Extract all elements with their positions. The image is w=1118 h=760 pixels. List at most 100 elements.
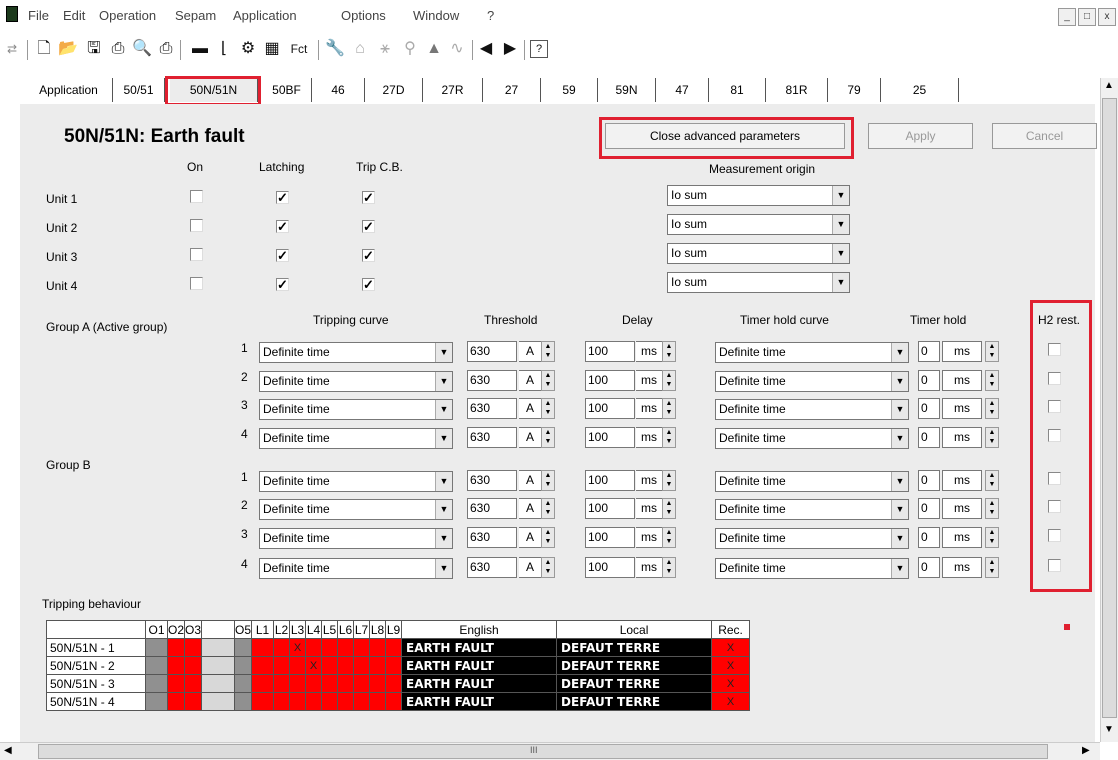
tab-27r[interactable]: 27R [423,78,483,102]
timer-hold-curve-select[interactable]: Definite time ▼ [715,399,909,420]
timer-hold-spinner[interactable]: ▲ ▼ [985,398,999,419]
output-cell[interactable] [305,674,323,693]
unit-1-trip-checkbox[interactable]: ✓ [362,191,375,204]
delay-spinner[interactable]: ▲ ▼ [662,470,676,491]
delay-spinner[interactable]: ▲ ▼ [662,557,676,578]
threshold-input[interactable]: 630 [467,557,517,578]
unit-1-latching-checkbox[interactable]: ✓ [276,191,289,204]
menu-application[interactable]: Application [233,8,297,23]
output-cell[interactable] [289,674,307,693]
english-message-cell[interactable]: EARTH FAULT [401,638,558,657]
delay-unit[interactable]: ms [636,370,662,391]
h2-restraint-checkbox[interactable] [1048,372,1061,385]
h2-restraint-checkbox[interactable] [1048,400,1061,413]
timer-hold-spinner[interactable]: ▲ ▼ [985,470,999,491]
timer-hold-input[interactable]: 0 [918,557,940,578]
record-cell[interactable]: X [711,692,751,711]
timer-hold-unit[interactable]: ms [942,398,982,419]
timer-hold-input[interactable]: 0 [918,470,940,491]
h2-restraint-checkbox[interactable] [1048,559,1061,572]
output-cell[interactable] [145,692,168,711]
output-cell[interactable] [353,692,371,711]
print-icon[interactable]: ⎙ [108,38,128,60]
curve-icon[interactable]: ⌊ [214,38,234,60]
output-cell[interactable]: X [305,656,323,675]
tab-81[interactable]: 81 [709,78,766,102]
output-cell[interactable] [321,638,339,657]
delay-unit[interactable]: ms [636,557,662,578]
menu-operation[interactable]: Operation [99,8,156,23]
threshold-input[interactable]: 630 [467,498,517,519]
timer-hold-curve-select[interactable]: Definite time ▼ [715,558,909,579]
unit-2-trip-checkbox[interactable]: ✓ [362,220,375,233]
timer-hold-curve-select[interactable]: Definite time ▼ [715,499,909,520]
threshold-spinner[interactable]: ▲ ▼ [541,498,555,519]
timer-hold-input[interactable]: 0 [918,427,940,448]
timer-hold-unit[interactable]: ms [942,370,982,391]
vertical-scroll-thumb[interactable] [1102,98,1117,718]
output-cell[interactable] [145,656,168,675]
tab-47[interactable]: 47 [656,78,709,102]
menu-edit[interactable]: Edit [63,8,85,23]
timer-hold-spinner[interactable]: ▲ ▼ [985,341,999,362]
threshold-input[interactable]: 630 [467,527,517,548]
delay-unit[interactable]: ms [636,398,662,419]
timer-hold-curve-select[interactable]: Definite time ▼ [715,371,909,392]
apply-button[interactable]: Apply [868,123,973,149]
unit-3-measurement-select[interactable]: Io sum ▼ [667,243,850,264]
delay-spinner[interactable]: ▲ ▼ [662,370,676,391]
unit-1-measurement-select[interactable]: Io sum ▼ [667,185,850,206]
delay-input[interactable]: 100 [585,341,635,362]
threshold-unit[interactable]: A [519,527,541,548]
threshold-input[interactable]: 630 [467,427,517,448]
tripping-curve-select[interactable]: Definite time ▼ [259,471,453,492]
signal-icon[interactable]: ∿ [447,38,467,60]
tab-27d[interactable]: 27D [365,78,423,102]
record-cell[interactable]: X [711,638,751,657]
delay-input[interactable]: 100 [585,527,635,548]
threshold-spinner[interactable]: ▲ ▼ [541,527,555,548]
output-cell[interactable] [385,638,403,657]
timer-hold-spinner[interactable]: ▲ ▼ [985,427,999,448]
scroll-down-icon[interactable]: ▼ [1104,724,1114,735]
unit-4-latching-checkbox[interactable]: ✓ [276,278,289,291]
record-cell[interactable]: X [711,656,751,675]
threshold-unit[interactable]: A [519,470,541,491]
open-folder-icon[interactable]: 📂 [58,38,78,60]
output-cell[interactable] [369,638,387,657]
menu-options[interactable]: Options [341,8,386,23]
output-cell[interactable] [337,674,355,693]
output-cell[interactable] [321,692,339,711]
connect-icon[interactable]: ⇄ [2,38,22,60]
unit-2-on-checkbox[interactable] [190,219,203,232]
timer-hold-input[interactable]: 0 [918,398,940,419]
timer-hold-unit[interactable]: ms [942,557,982,578]
delay-input[interactable]: 100 [585,470,635,491]
threshold-input[interactable]: 630 [467,370,517,391]
output-cell[interactable] [305,638,323,657]
threshold-spinner[interactable]: ▲ ▼ [541,398,555,419]
unit-1-on-checkbox[interactable] [190,190,203,203]
delay-spinner[interactable]: ▲ ▼ [662,527,676,548]
delay-input[interactable]: 100 [585,557,635,578]
table-icon[interactable]: ▦ [262,38,282,60]
delay-spinner[interactable]: ▲ ▼ [662,427,676,448]
unit-4-measurement-select[interactable]: Io sum ▼ [667,272,850,293]
output-cell[interactable] [234,692,253,711]
timer-hold-unit[interactable]: ms [942,527,982,548]
output-cell[interactable] [234,656,253,675]
previous-icon[interactable]: ◀ [476,38,496,60]
output-cell[interactable] [201,692,236,711]
threshold-input[interactable]: 630 [467,341,517,362]
tab-81r[interactable]: 81R [766,78,828,102]
timer-hold-unit[interactable]: ms [942,341,982,362]
threshold-input[interactable]: 630 [467,398,517,419]
menu-file[interactable]: File [28,8,49,23]
output-cell[interactable] [289,656,307,675]
vertical-scrollbar[interactable]: ▲ ▼ [1100,78,1118,742]
output-cell[interactable] [337,692,355,711]
unit-4-trip-checkbox[interactable]: ✓ [362,278,375,291]
tab-50n-51n[interactable]: 50N/51N [170,78,258,102]
cancel-button[interactable]: Cancel [992,123,1097,149]
timer-hold-unit[interactable]: ms [942,427,982,448]
